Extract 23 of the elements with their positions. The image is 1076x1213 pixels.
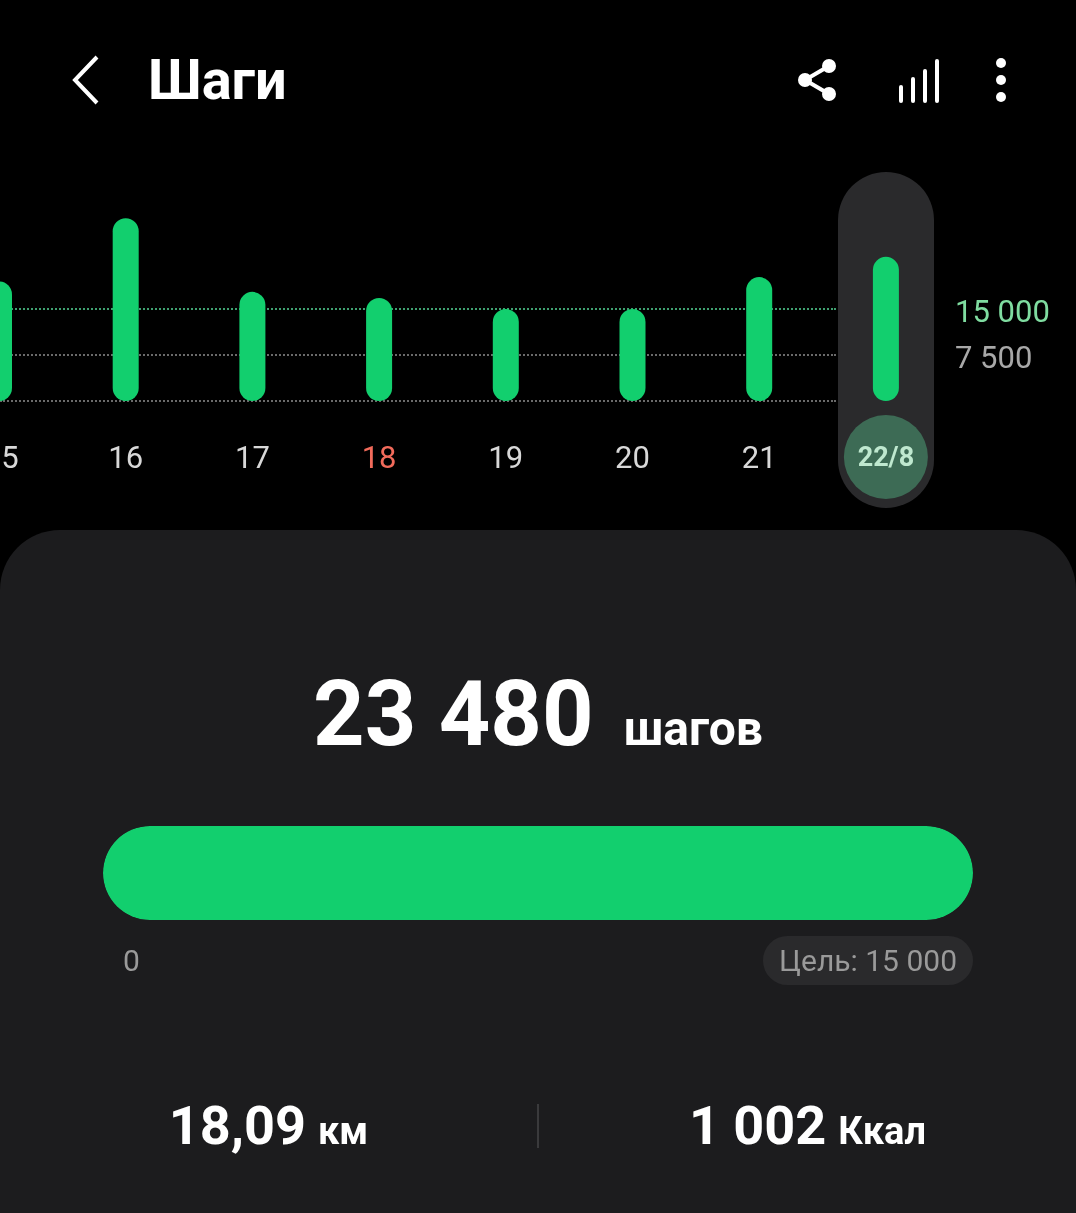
distance-value: 18,09 bbox=[168, 1093, 306, 1159]
axis-tick-label: 7 500 bbox=[955, 338, 1033, 376]
step-unit: шагов bbox=[623, 705, 763, 753]
share-icon bbox=[797, 58, 837, 102]
day-label: 19 bbox=[488, 438, 524, 476]
distance-unit: км bbox=[318, 1108, 369, 1155]
axis-tick-label: 15 000 bbox=[955, 292, 1050, 330]
day-label: 20 bbox=[615, 438, 650, 476]
goal-label: Цель: 15 000 bbox=[763, 936, 973, 985]
calories-value: 1 002 bbox=[688, 1093, 827, 1159]
screen-title: Шаги bbox=[148, 46, 287, 115]
day-label: 16 bbox=[108, 438, 144, 476]
day-label: 22/8 bbox=[857, 441, 915, 473]
step-count: 23 480 bbox=[313, 670, 594, 760]
back-icon bbox=[72, 55, 100, 105]
calories-unit: Ккал bbox=[838, 1108, 926, 1155]
day-label: 17 bbox=[234, 438, 270, 476]
day-label: 21 bbox=[741, 438, 777, 476]
day-label: 5 bbox=[1, 438, 19, 476]
bar-chart-icon bbox=[897, 57, 941, 103]
progress-min-label: 0 bbox=[123, 942, 140, 980]
more-icon bbox=[996, 58, 1006, 102]
day-label: 18 bbox=[361, 438, 397, 476]
